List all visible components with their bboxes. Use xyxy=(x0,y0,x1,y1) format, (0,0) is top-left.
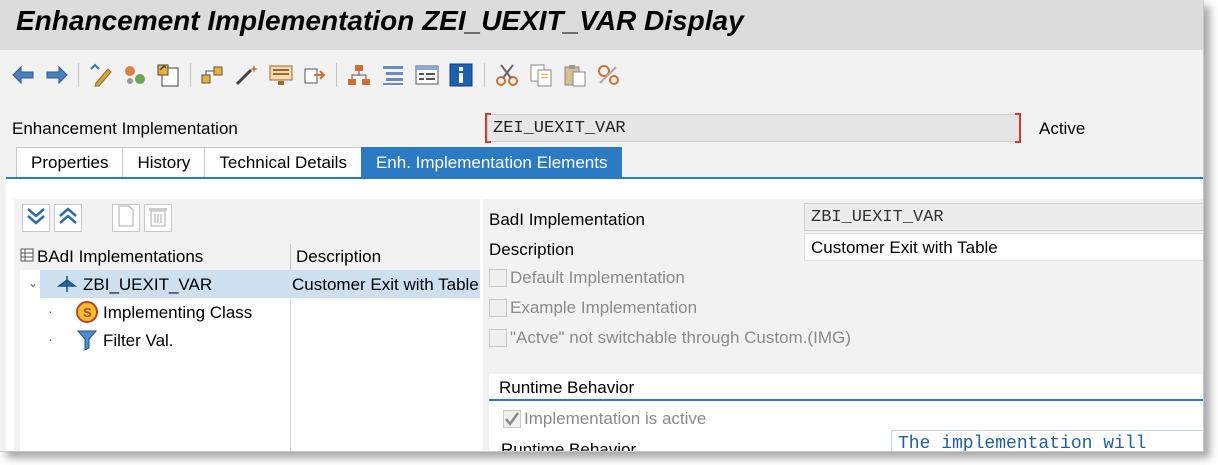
implementation-active-checkbox[interactable]: Implementation is active xyxy=(503,409,706,429)
display-change-icon[interactable] xyxy=(88,62,114,88)
checkbox-label: "Actve" not switchable through Custom.(I… xyxy=(510,328,851,347)
application-toolbar xyxy=(0,50,1203,102)
tab-history[interactable]: History xyxy=(122,147,206,178)
checkbox-box[interactable] xyxy=(489,269,507,287)
tree-row-filter-val[interactable]: · Filter Val. xyxy=(20,326,480,354)
back-arrow-icon[interactable] xyxy=(10,62,36,88)
new-document-icon xyxy=(117,205,135,232)
details-icon[interactable] xyxy=(414,62,440,88)
tree-col-badi-label: BAdI Implementations xyxy=(37,247,204,266)
checkbox-label: Default Implementation xyxy=(510,268,685,287)
where-used-icon[interactable] xyxy=(200,62,226,88)
new-document-button[interactable] xyxy=(112,204,140,232)
enhancement-implementation-field[interactable]: ZEI_UEXIT_VAR xyxy=(487,114,1020,142)
tree-col-badi-implementations[interactable]: BAdI Implementations xyxy=(20,244,290,270)
badi-implementation-row: BadI Implementation ZBI_UEXIT_VAR xyxy=(489,203,1203,233)
other-object-icon[interactable] xyxy=(122,62,148,88)
default-implementation-checkbox[interactable]: Default Implementation xyxy=(489,265,685,291)
class-icon: S xyxy=(76,301,98,323)
chevron-down-icon[interactable]: ⌄ xyxy=(28,276,38,290)
activate-icon[interactable] xyxy=(156,62,182,88)
status-text: Active xyxy=(1039,119,1086,138)
tree-row-description: Customer Exit with Table xyxy=(292,275,479,294)
list-icon[interactable] xyxy=(380,62,406,88)
trash-icon xyxy=(148,205,168,232)
tree-body: ⌄ ZBI_UEXIT_VAR Customer Exit with Table… xyxy=(20,270,480,451)
description-field[interactable]: Customer Exit with Table xyxy=(804,233,1203,261)
tree-col-description[interactable]: Description xyxy=(296,244,381,270)
header-row: Enhancement Implementation ZEI_UEXIT_VAR… xyxy=(0,112,1203,144)
tree-row-label: Implementing Class xyxy=(103,303,253,322)
runtime-behavior-title: Runtime Behavior xyxy=(499,378,635,397)
tree-row-badi-impl[interactable]: ⌄ ZBI_UEXIT_VAR Customer Exit with Table xyxy=(20,270,480,298)
checkbox-label: Example Implementation xyxy=(510,298,698,317)
runtime-behavior-section: Runtime Behavior Implementation is activ… xyxy=(489,374,1203,452)
undo-icon[interactable] xyxy=(596,62,622,88)
checkbox-box[interactable] xyxy=(489,329,507,347)
required-bracket-left xyxy=(485,113,491,143)
tab-properties[interactable]: Properties xyxy=(16,147,124,178)
enhancement-implementation-label: Enhancement Implementation xyxy=(12,119,238,138)
screen-icon[interactable] xyxy=(268,62,294,88)
runtime-behavior-field[interactable]: The implementation will xyxy=(891,430,1203,451)
tab-technical-details[interactable]: Technical Details xyxy=(204,147,362,178)
description-row: Description Customer Exit with Table xyxy=(489,233,1203,263)
runtime-behavior-label: Runtime Behavior xyxy=(501,440,637,452)
filter-icon xyxy=(76,329,98,351)
checkbox-label: Implementation is active xyxy=(524,409,707,428)
magic-wand-icon[interactable] xyxy=(234,62,260,88)
tab-enh-implementation-elements[interactable]: Enh. Implementation Elements xyxy=(360,147,623,178)
tree-row-implementing-class[interactable]: · S Implementing Class xyxy=(20,298,480,326)
collapse-all-button[interactable] xyxy=(54,204,82,232)
forward-arrow-icon[interactable] xyxy=(44,62,70,88)
example-implementation-checkbox[interactable]: Example Implementation xyxy=(489,295,697,321)
svg-text:S: S xyxy=(83,305,92,320)
copy-icon[interactable] xyxy=(528,62,554,88)
description-label: Description xyxy=(489,240,575,259)
expand-all-button[interactable] xyxy=(22,204,50,232)
paste-icon[interactable] xyxy=(562,62,588,88)
not-switchable-checkbox[interactable]: "Actve" not switchable through Custom.(I… xyxy=(489,325,851,351)
badi-impl-icon xyxy=(56,273,78,295)
checkbox-box[interactable] xyxy=(489,299,507,317)
tree-header: BAdI Implementations Description xyxy=(20,244,480,270)
delete-button[interactable] xyxy=(144,204,172,232)
window-title: Enhancement Implementation ZEI_UEXIT_VAR… xyxy=(16,5,744,36)
info-icon[interactable] xyxy=(448,62,474,88)
tree-panel: BAdI Implementations Description ⌄ ZBI_U… xyxy=(14,199,480,451)
tree-row-label: ZBI_UEXIT_VAR xyxy=(83,275,213,294)
sap-window: Enhancement Implementation ZEI_UEXIT_VAR… xyxy=(0,0,1204,452)
expand-all-icon xyxy=(26,207,46,230)
collapse-all-icon xyxy=(58,206,78,230)
cut-icon[interactable] xyxy=(494,62,520,88)
tab-content: BAdI Implementations Description ⌄ ZBI_U… xyxy=(6,179,1203,452)
title-bar: Enhancement Implementation ZEI_UEXIT_VAR… xyxy=(0,0,1203,50)
hierarchy-icon[interactable] xyxy=(346,62,372,88)
checkmark-icon[interactable] xyxy=(503,410,521,428)
badi-implementation-label: BadI Implementation xyxy=(489,210,645,229)
badi-implementation-field[interactable]: ZBI_UEXIT_VAR xyxy=(804,203,1203,231)
tree-row-label: Filter Val. xyxy=(103,331,174,350)
navigate-icon[interactable] xyxy=(302,62,328,88)
tab-strip: Properties History Technical Details Enh… xyxy=(16,147,623,178)
details-panel: BadI Implementation ZBI_UEXIT_VAR Descri… xyxy=(483,199,1203,452)
tree-grid-icon xyxy=(20,247,34,267)
required-bracket-right xyxy=(1015,113,1021,143)
